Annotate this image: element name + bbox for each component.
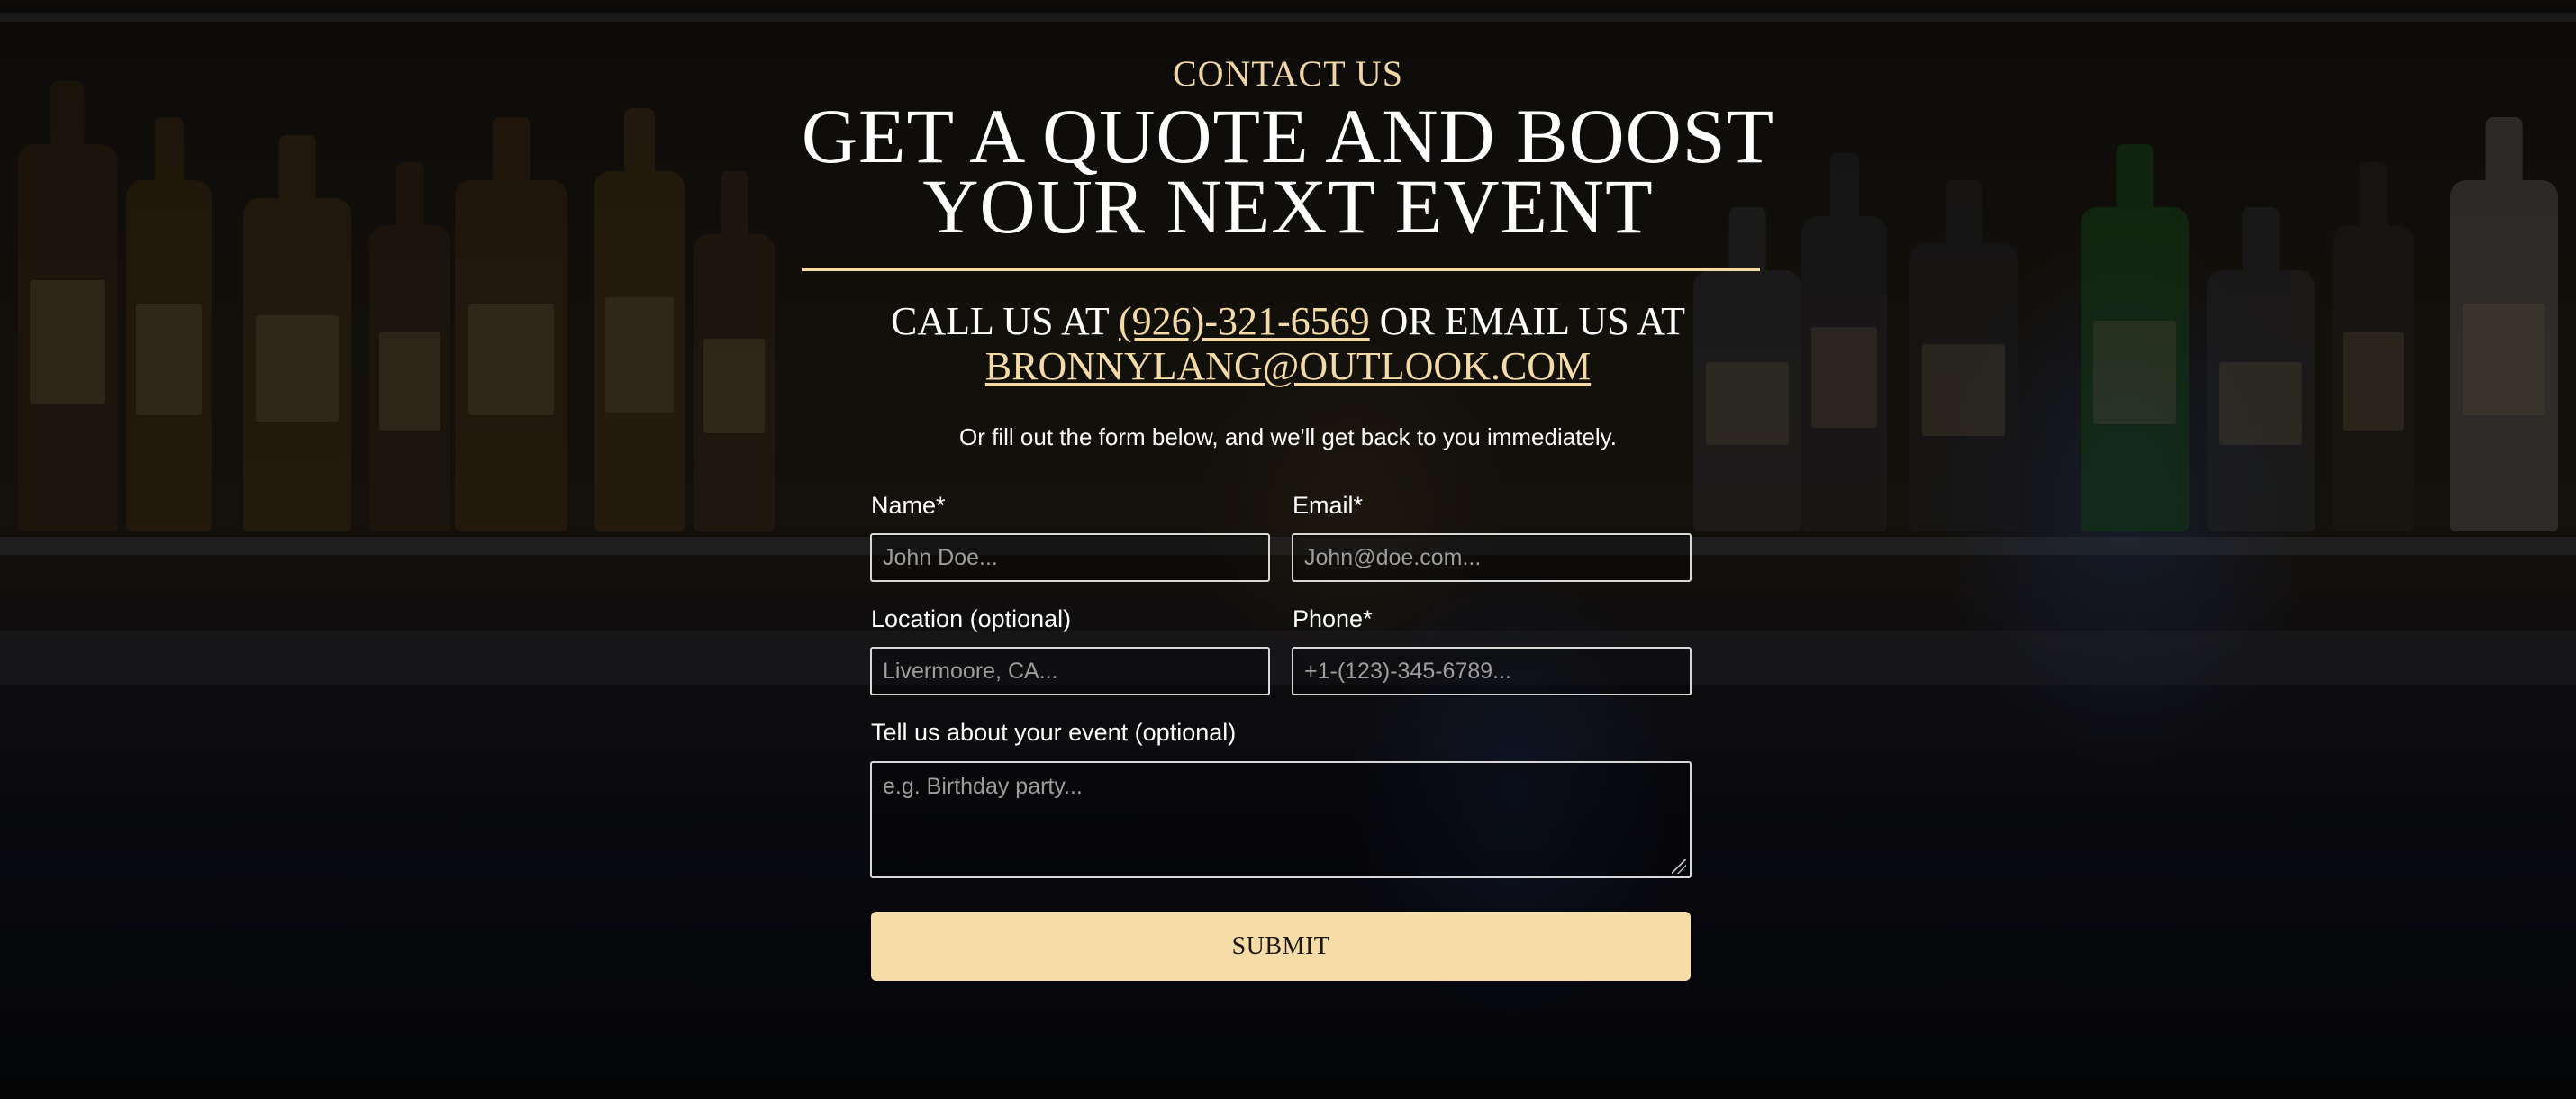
phone-input[interactable] [1292,647,1692,695]
location-label: Location (optional) [871,605,1072,632]
contact-section: CONTACT US GET A QUOTE AND BOOST YOUR NE… [0,0,2576,1083]
phone-label: Phone* [1293,605,1373,632]
email-label: Email* [1293,492,1364,519]
submit-button[interactable]: SUBMIT [871,912,1691,981]
textarea-resize-handle[interactable] [1672,859,1686,874]
contact-info: CALL US AT (926)-321-6569 OR EMAIL US AT… [793,299,1783,389]
call-prefix-text: CALL US AT [890,299,1120,343]
section-eyebrow: CONTACT US [1172,53,1404,94]
email-input[interactable] [1292,533,1692,582]
name-label: Name* [871,492,946,519]
event-details-textarea[interactable] [870,761,1692,878]
location-input[interactable] [870,647,1270,695]
page-title: GET A QUOTE AND BOOST YOUR NEXT EVENT [801,93,1775,250]
form-intro-text: Or fill out the form below, and we'll ge… [959,423,1617,450]
title-divider [802,268,1760,271]
email-link[interactable]: BRONNYLANG@OUTLOOK.COM [985,344,1591,388]
name-input[interactable] [870,533,1270,582]
email-prefix-text: OR EMAIL US AT [1369,299,1686,343]
phone-link[interactable]: (926)-321-6569 [1119,299,1370,343]
event-details-label: Tell us about your event (optional) [871,719,1237,746]
